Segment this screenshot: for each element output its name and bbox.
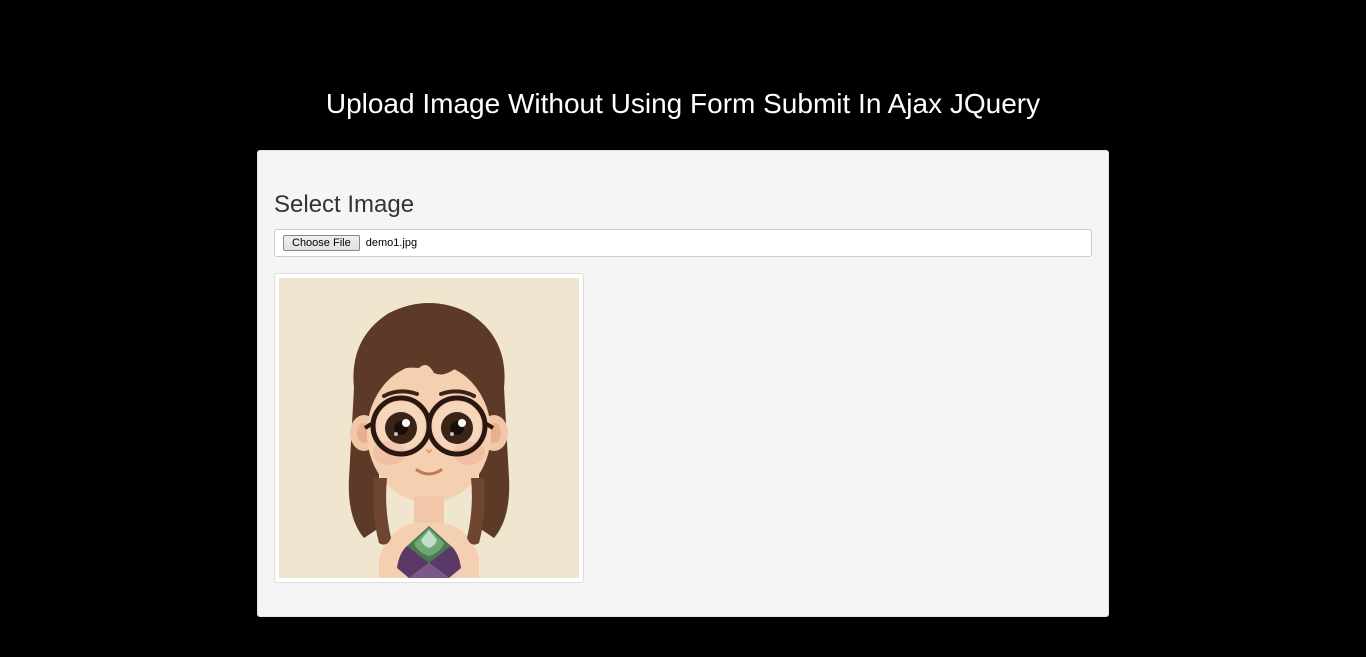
file-input[interactable]: Choose File demo1.jpg (274, 229, 1092, 257)
page-title: Upload Image Without Using Form Submit I… (0, 0, 1366, 150)
image-thumbnail (274, 273, 584, 583)
preview-image-icon (279, 278, 579, 578)
choose-file-button[interactable]: Choose File (283, 235, 360, 251)
selected-file-name: demo1.jpg (366, 237, 417, 249)
upload-panel: Select Image Choose File demo1.jpg (257, 150, 1109, 617)
select-image-label: Select Image (274, 191, 1092, 219)
